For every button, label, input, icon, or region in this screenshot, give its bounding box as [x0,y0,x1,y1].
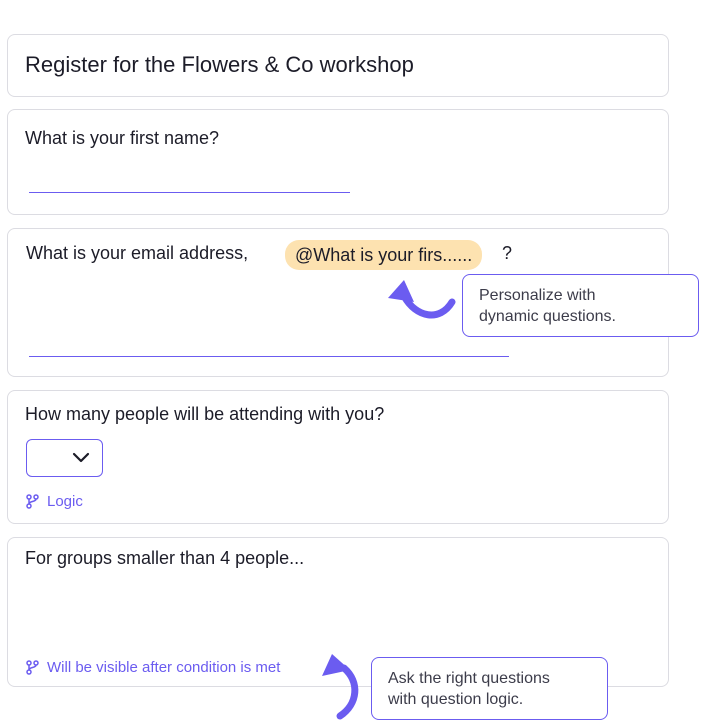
condition-note: Will be visible after condition is met [26,659,280,676]
question-label: How many people will be attending with y… [25,404,385,424]
callout-line: Personalize with [479,287,596,304]
question-card-attendees[interactable]: How many people will be attending with y… [7,390,669,524]
logic-callout: Ask the right questions with question lo… [371,657,608,720]
form-title-card: Register for the Flowers & Co workshop [7,34,669,97]
callout-line: dynamic questions. [479,308,616,325]
question-label: For groups smaller than 4 people... [25,548,305,568]
question-suffix: ? [502,243,513,263]
question-label: What is your first name? [25,128,220,148]
branch-icon [26,660,39,675]
logic-link[interactable]: Logic [26,493,83,510]
chevron-down-icon [72,452,90,463]
question-card-first-name[interactable]: What is your first name? [7,109,669,215]
first-name-input-line[interactable] [29,192,350,193]
callout-line: Ask the right questions [388,670,550,687]
callout-line: with question logic. [388,691,524,708]
condition-label: Will be visible after condition is met [47,659,281,676]
curved-arrow-icon [388,280,456,319]
question-label: What is your email address, [26,243,249,263]
logic-label: Logic [47,493,83,510]
branch-icon [26,494,39,509]
mention-chip[interactable]: @What is your firs...... [285,240,483,270]
email-input-line[interactable] [29,356,509,357]
personalize-callout: Personalize with dynamic questions. [462,274,699,337]
attendee-count-select[interactable] [26,439,103,477]
curved-arrow-icon [322,654,359,720]
form-title: Register for the Flowers & Co workshop [25,52,414,77]
